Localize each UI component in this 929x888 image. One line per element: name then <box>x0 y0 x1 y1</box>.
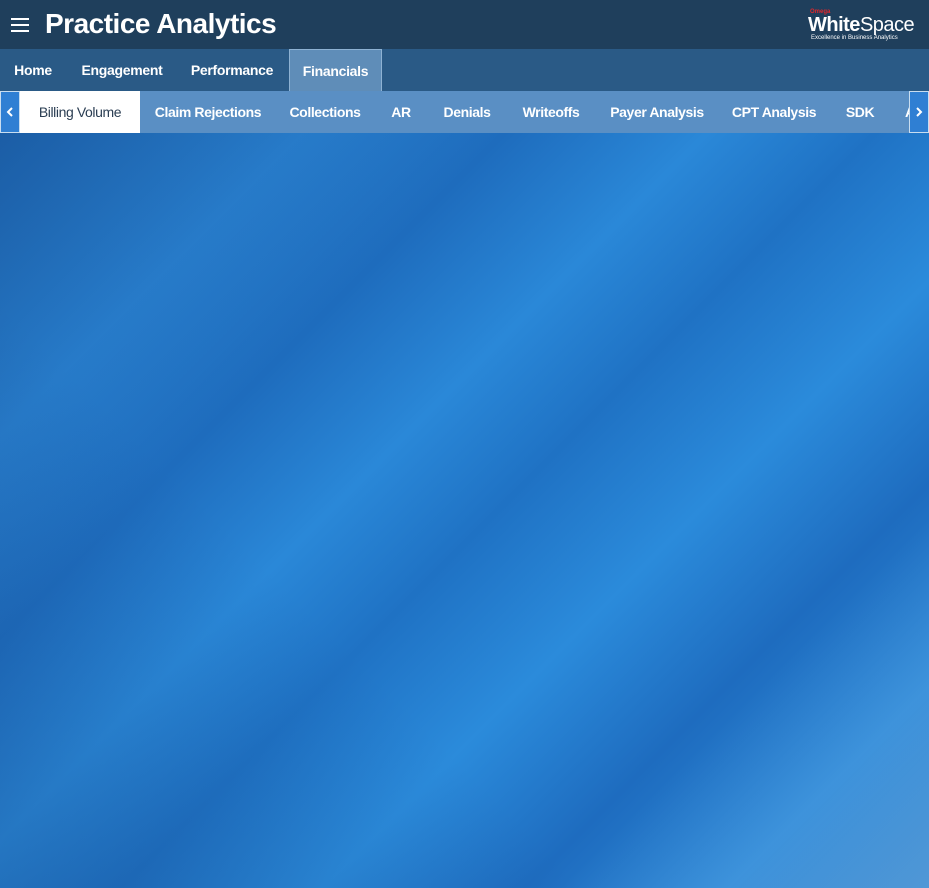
subtab-sdk[interactable]: SDK <box>832 91 888 133</box>
secondary-nav: Billing Volume Claim Rejections Collecti… <box>0 91 929 133</box>
logo-word-space: Space <box>859 14 915 36</box>
primary-nav: Home Engagement Performance Financials <box>0 49 929 92</box>
tab-performance[interactable]: Performance <box>178 49 286 91</box>
chevron-left-icon <box>6 107 13 117</box>
subtab-collections[interactable]: Collections <box>276 91 374 133</box>
logo-tagline: Excellence in Business Analytics <box>811 35 898 41</box>
scroll-left-button[interactable] <box>0 91 20 133</box>
subtab-cpt-analysis[interactable]: CPT Analysis <box>718 91 830 133</box>
subtab-payer-analysis[interactable]: Payer Analysis <box>598 91 716 133</box>
app-header: Practice Analytics Omega WhiteSpace Exce… <box>0 0 929 49</box>
logo-word-white: White <box>808 14 860 36</box>
tab-home[interactable]: Home <box>0 49 66 91</box>
scroll-right-button[interactable] <box>909 91 929 133</box>
subtab-writeoffs[interactable]: Writeoffs <box>508 91 594 133</box>
chevron-right-icon <box>916 107 923 117</box>
subtab-ar[interactable]: AR <box>378 91 424 133</box>
tab-financials[interactable]: Financials <box>289 49 382 92</box>
subtab-billing-volume[interactable]: Billing Volume <box>20 91 140 133</box>
subtab-claim-rejections[interactable]: Claim Rejections <box>142 91 274 133</box>
tab-engagement[interactable]: Engagement <box>70 49 174 91</box>
hamburger-menu-icon[interactable] <box>11 18 29 32</box>
subtab-denials[interactable]: Denials <box>428 91 506 133</box>
dashboard-content-area <box>0 133 929 888</box>
app-title: Practice Analytics <box>45 8 277 39</box>
logo-wordmark: WhiteSpace <box>808 14 915 37</box>
whitespace-logo: Omega WhiteSpace Excellence in Business … <box>808 9 915 43</box>
